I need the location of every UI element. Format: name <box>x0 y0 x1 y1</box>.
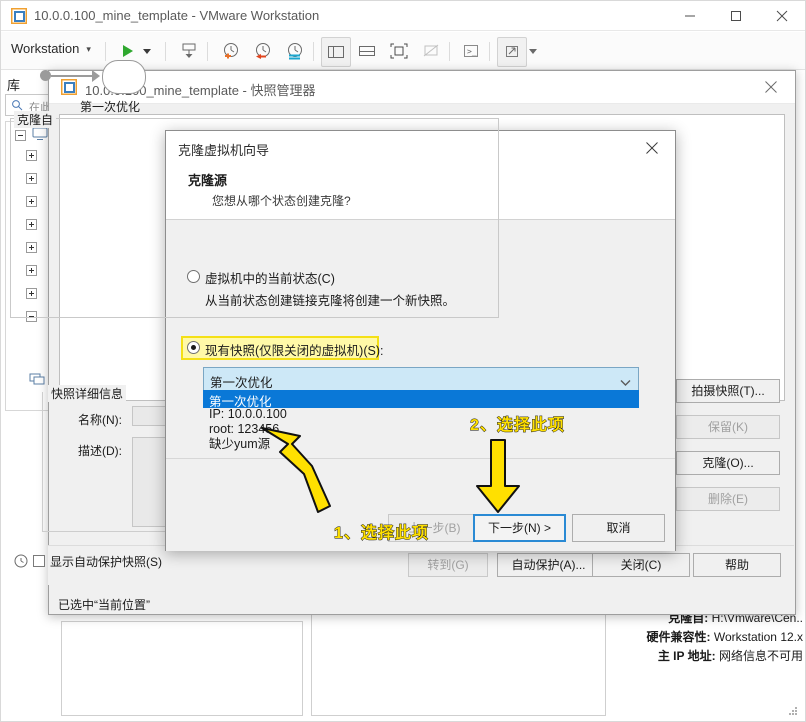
snapshot-name-label: 名称(N): <box>78 413 122 427</box>
show-autoprotect-checkbox[interactable] <box>33 555 45 567</box>
radio-existing-snapshot-label[interactable]: 现有快照(仅限关闭的虚拟机)(S): <box>205 340 383 359</box>
svg-text:>_: >_ <box>467 47 477 56</box>
snapshot-node-icon[interactable] <box>102 60 146 94</box>
shared-vms-icon <box>29 371 45 390</box>
expand-caret-icon[interactable] <box>525 37 541 65</box>
maximize-button[interactable] <box>713 1 759 31</box>
vmware-title-bar: 10.0.0.100_mine_template - VMware Workst… <box>1 1 805 31</box>
snapshot-combobox[interactable]: 第一次优化 <box>203 367 639 391</box>
clone-button[interactable]: 克隆(O)... <box>676 451 780 475</box>
help-button[interactable]: 帮助 <box>693 553 781 577</box>
snapshot-node-label: 第一次优化 <box>80 100 141 114</box>
library-title: 库 <box>7 78 21 93</box>
toolbar-separator <box>207 42 208 61</box>
annotation-arrow-up-left <box>261 427 331 513</box>
vm-preview-pane <box>311 601 606 716</box>
toolbar-separator <box>449 42 450 61</box>
detail-row: 主 IP 地址: 网络信息不可用 <box>613 647 803 666</box>
show-library-icon[interactable] <box>321 37 351 67</box>
snapshot-status-text: 已选中“当前位置” <box>58 598 150 612</box>
full-screen-icon[interactable] <box>385 37 413 65</box>
delete-button: 删除(E) <box>676 487 780 511</box>
expand-icon[interactable] <box>497 37 527 67</box>
history-clock-icon <box>14 554 28 571</box>
chevron-down-icon: ▾ <box>86 44 91 55</box>
wizard-close-button[interactable] <box>633 135 671 161</box>
radio-current-state-label[interactable]: 虚拟机中的当前状态(C) <box>205 268 335 287</box>
clone-from-group <box>10 118 499 318</box>
detail-key: 硬件兼容性: <box>646 630 711 644</box>
power-dropdown-caret-icon[interactable] <box>139 37 155 65</box>
vm-thumbnail-pane <box>61 621 303 716</box>
annotation-step-1: 1、选择此项 <box>334 525 429 543</box>
close-button[interactable] <box>759 1 805 31</box>
snapshot-manager-title-bar: 10.0.0.100_mine_template - 快照管理器 <box>49 71 795 104</box>
detail-row: 硬件兼容性: Workstation 12.x <box>613 628 804 647</box>
detail-key: 主 IP 地址: <box>657 649 716 663</box>
snapshot-details-legend: 快照详细信息 <box>48 385 127 402</box>
close-dialog-button[interactable]: 关闭(C) <box>592 553 690 577</box>
snapshot-root-dot-icon <box>40 70 51 81</box>
toolbar-separator <box>105 42 106 61</box>
show-thumbnail-bar-icon[interactable] <box>353 37 381 65</box>
annotation-arrow-down <box>476 439 520 513</box>
go-to-button: 转到(G) <box>408 553 488 577</box>
minimize-button[interactable] <box>667 1 713 31</box>
snapshot-combobox-value: 第一次优化 <box>210 376 273 390</box>
resize-grip-icon[interactable] <box>787 705 799 717</box>
wizard-cancel-button[interactable]: 取消 <box>572 514 665 542</box>
console-view-icon[interactable]: >_ <box>457 37 485 65</box>
snapshot-connector-line <box>51 75 93 77</box>
workstation-menu-button[interactable]: Workstation ▾ <box>11 41 91 56</box>
annotation-step-2: 2、选择此项 <box>470 417 565 435</box>
snapshot-combobox-dropdown-item[interactable]: 第一次优化 <box>203 390 639 409</box>
send-ctrl-alt-del-icon[interactable] <box>175 37 203 65</box>
wizard-next-button[interactable]: 下一步(N) > <box>473 514 566 542</box>
vmware-title-text: 10.0.0.100_mine_template - VMware Workst… <box>34 8 320 23</box>
snapshot-description-label: 描述(D): <box>78 444 122 458</box>
chevron-down-icon[interactable] <box>620 376 631 390</box>
vmware-app-icon <box>10 7 28 25</box>
snapshot-description-line: IP: 10.0.0.100 <box>209 407 287 421</box>
vmware-app-icon <box>60 78 78 98</box>
show-autoprotect-label: 显示自动保护快照(S) <box>50 555 162 569</box>
detail-value: Workstation 12.x <box>713 630 803 644</box>
take-snapshot-icon[interactable] <box>217 37 245 65</box>
clone-from-legend: 克隆自 <box>14 111 57 128</box>
snapshot-connector-arrow-icon <box>92 70 100 82</box>
workstation-menu-label: Workstation <box>11 41 80 56</box>
unity-mode-icon[interactable] <box>417 37 445 65</box>
snapshot-manager-close-button[interactable] <box>751 74 791 100</box>
toolbar-separator <box>313 42 314 61</box>
take-snapshot-button[interactable]: 拍摄快照(T)... <box>676 379 780 403</box>
toolbar-separator <box>165 42 166 61</box>
toolbar-separator <box>489 42 490 61</box>
snapshot-manager-icon[interactable] <box>281 37 309 65</box>
keep-button: 保留(K) <box>676 415 780 439</box>
vm-details-list: 克隆自: H:\Vmware\Cen.. 硬件兼容性: Workstation … <box>613 609 804 666</box>
revert-snapshot-icon[interactable] <box>249 37 277 65</box>
current-state-description: 从当前状态创建链接克隆将创建一个新快照。 <box>205 294 456 308</box>
radio-existing-snapshot[interactable] <box>187 341 200 354</box>
radio-current-state[interactable] <box>187 270 200 283</box>
detail-value: 网络信息不可用 <box>718 649 803 663</box>
autoprotect-button[interactable]: 自动保护(A)... <box>497 553 600 577</box>
